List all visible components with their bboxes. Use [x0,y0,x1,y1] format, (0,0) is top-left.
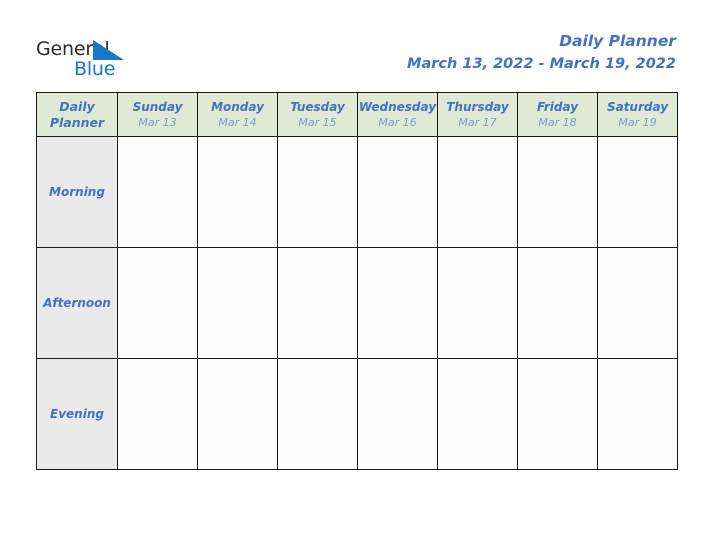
day-header-monday[interactable]: Monday Mar 14 [197,92,278,137]
slot-label-text: Afternoon [43,296,111,310]
corner-cell-line2: Planner [49,114,105,130]
planner-cell-afternoon-thursday[interactable] [437,247,518,359]
day-date-label: Mar 19 [618,116,657,129]
planner-cell-afternoon-sunday[interactable] [117,247,198,359]
logo-text-blue: Blue [74,58,116,80]
generalblue-logo: General Blue [36,38,132,82]
day-header-friday[interactable]: Friday Mar 18 [517,92,598,137]
day-header-wednesday[interactable]: Wednesday Mar 16 [357,92,438,137]
day-date-label: Mar 15 [298,116,337,129]
day-name-label: Saturday [606,100,669,114]
planner-cell-evening-wednesday[interactable] [357,358,438,470]
day-date-label: Mar 16 [378,116,417,129]
day-name-label: Thursday [446,100,509,114]
slot-label-morning: Morning [36,136,118,248]
table-row-afternoon: Afternoon [36,247,678,359]
planner-cell-afternoon-monday[interactable] [197,247,278,359]
corner-cell: Daily Planner [36,92,118,137]
table-header-row: Daily Planner Sunday Mar 13 Monday Mar 1… [36,92,678,137]
planner-cell-morning-wednesday[interactable] [357,136,438,248]
planner-cell-morning-thursday[interactable] [437,136,518,248]
table-row-morning: Morning [36,136,678,248]
slot-label-text: Evening [50,407,104,421]
planner-cell-evening-thursday[interactable] [437,358,518,470]
date-range: March 13, 2022 - March 19, 2022 [407,56,676,72]
slot-label-evening: Evening [36,358,118,470]
day-date-label: Mar 13 [138,116,177,129]
planner-cell-evening-friday[interactable] [517,358,598,470]
day-header-sunday[interactable]: Sunday Mar 13 [117,92,198,137]
day-header-thursday[interactable]: Thursday Mar 17 [437,92,518,137]
day-date-label: Mar 18 [538,116,577,129]
planner-cell-evening-monday[interactable] [197,358,278,470]
planner-cell-afternoon-saturday[interactable] [597,247,678,359]
planner-cell-morning-saturday[interactable] [597,136,678,248]
weekly-planner-table: Daily Planner Sunday Mar 13 Monday Mar 1… [36,92,678,470]
planner-cell-afternoon-friday[interactable] [517,247,598,359]
day-name-label: Wednesday [358,100,437,114]
planner-cell-evening-tuesday[interactable] [277,358,358,470]
day-header-saturday[interactable]: Saturday Mar 19 [597,92,678,137]
triangle-icon [93,40,125,60]
day-name-label: Sunday [132,100,183,114]
planner-cell-morning-friday[interactable] [517,136,598,248]
planner-cell-evening-saturday[interactable] [597,358,678,470]
planner-cell-evening-sunday[interactable] [117,358,198,470]
slot-label-text: Morning [49,185,105,199]
page-title: Daily Planner [559,32,676,50]
planner-cell-morning-monday[interactable] [197,136,278,248]
slot-label-afternoon: Afternoon [36,247,118,359]
day-name-label: Friday [536,100,579,114]
day-name-label: Tuesday [290,100,345,114]
day-date-label: Mar 17 [458,116,497,129]
planner-cell-afternoon-wednesday[interactable] [357,247,438,359]
day-date-label: Mar 14 [218,116,257,129]
planner-cell-afternoon-tuesday[interactable] [277,247,358,359]
day-header-tuesday[interactable]: Tuesday Mar 15 [277,92,358,137]
planner-cell-morning-tuesday[interactable] [277,136,358,248]
title-block: Daily Planner March 13, 2022 - March 19,… [407,30,676,75]
day-name-label: Monday [211,100,264,114]
corner-cell-line1: Daily [59,98,95,114]
planner-cell-morning-sunday[interactable] [117,136,198,248]
page-header: General Blue Daily Planner March 13, 202… [0,0,712,88]
table-row-evening: Evening [36,358,678,470]
